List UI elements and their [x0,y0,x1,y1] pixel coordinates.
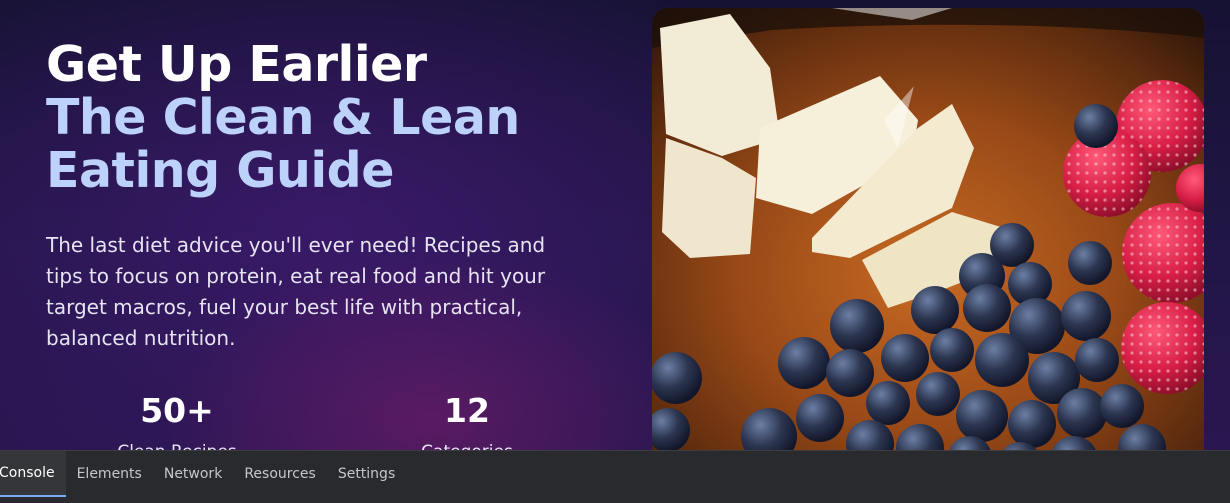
devtools-tab-bar: Console Elements Network Resources Setti… [0,451,1230,497]
hero-title: Get Up Earlier The Clean & Lean Eating G… [46,38,520,197]
food-photo-illustration [652,8,1204,468]
stat-recipes-value: 50+ [140,391,214,430]
stat-categories-value: 12 [444,391,490,430]
stat-categories: 12 Categories [367,391,567,451]
stat-recipes: 50+ Clean Recipes [77,391,277,451]
hero-title-line2: The Clean & Lean [46,89,520,146]
tab-network[interactable]: Network [153,451,233,497]
tab-console[interactable]: Console [0,451,66,497]
tab-resources[interactable]: Resources [233,451,327,497]
hero-title-line1: Get Up Earlier [46,36,427,93]
tab-settings[interactable]: Settings [327,451,406,497]
stat-recipes-label: Clean Recipes [77,440,277,450]
hero-food-photo [652,8,1204,468]
stat-categories-label: Categories [367,440,567,450]
tab-elements[interactable]: Elements [66,451,153,497]
hero-description: The last diet advice you'll ever need! R… [46,233,546,350]
hero-title-line3: Eating Guide [46,142,394,199]
devtools-panel: Console Elements Network Resources Setti… [0,450,1230,503]
